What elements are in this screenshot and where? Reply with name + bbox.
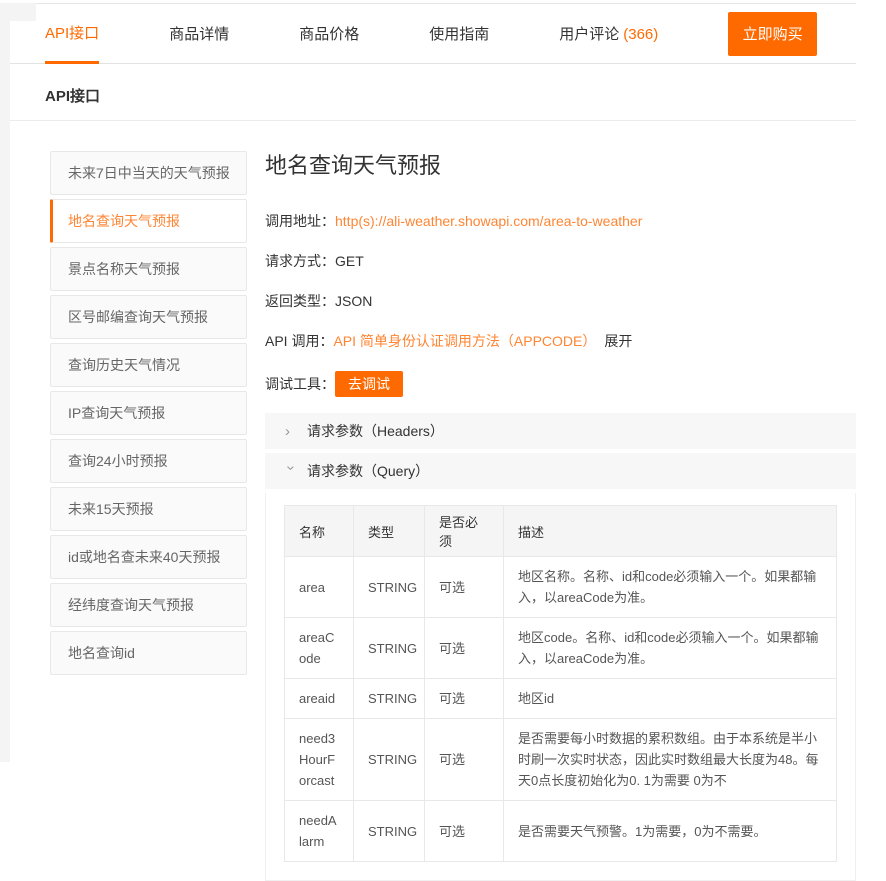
api-title: 地名查询天气预报: [265, 151, 856, 181]
table-cell: 是否需要天气预警。1为需要，0为不需要。: [504, 801, 837, 862]
column-header: 类型: [354, 506, 425, 557]
meta-label: 返回类型：: [265, 293, 335, 309]
table-row: need3HourForcastSTRING可选是否需要每小时数据的累积数组。由…: [285, 719, 837, 801]
api-sidebar: 未来7日中当天的天气预报地名查询天气预报景点名称天气预报区号邮编查询天气预报查询…: [50, 151, 247, 881]
sidebar-item[interactable]: id或地名查未来40天预报: [50, 535, 247, 579]
meta-value: GET: [335, 253, 364, 269]
sidebar-item[interactable]: 经纬度查询天气预报: [50, 583, 247, 627]
page-corner-artifact: [0, 3, 36, 21]
product-page: API接口 商品详情 商品价格 使用指南 用户评论(366) 立即购买 API接口 未来…: [0, 3, 856, 881]
table-row: areaidSTRING可选地区id: [285, 679, 837, 719]
table-header-row: 名称类型是否必须描述: [285, 506, 837, 557]
nav-tab-label: API接口: [45, 25, 99, 42]
sidebar-item[interactable]: 未来7日中当天的天气预报: [50, 151, 247, 195]
table-cell: need3HourForcast: [285, 719, 354, 801]
table-cell: areaCode: [285, 618, 354, 679]
sidebar-item[interactable]: 查询历史天气情况: [50, 343, 247, 387]
accordion-label: 请求参数（Headers）: [307, 421, 444, 441]
table-cell: 地区code。名称、id和code必须输入一个。如果都输入，以areaCode为…: [504, 618, 837, 679]
sidebar-item[interactable]: 未来15天预报: [50, 487, 247, 531]
api-detail: 地名查询天气预报 调用地址：http(s)://ali-weather.show…: [265, 151, 856, 881]
accordion-header[interactable]: › 请求参数（Headers）: [265, 413, 856, 449]
nav-tab-label: 用户评论: [559, 26, 619, 43]
table-cell: STRING: [354, 557, 425, 618]
meta-link[interactable]: API 简单身份认证调用方法（APPCODE）: [333, 333, 596, 349]
section-title: API接口: [0, 64, 856, 121]
table-cell: 可选: [425, 719, 504, 801]
sidebar-item[interactable]: 查询24小时预报: [50, 439, 247, 483]
table-row: areaSTRING可选地区名称。名称、id和code必须输入一个。如果都输入，…: [285, 557, 837, 618]
table-cell: needAlarm: [285, 801, 354, 862]
meta-label: API 调用：: [265, 333, 333, 349]
buy-now-button[interactable]: 立即购买: [728, 12, 817, 56]
accordion-panel: 名称类型是否必须描述areaSTRING可选地区名称。名称、id和code必须输…: [265, 493, 856, 881]
product-tab-bar: API接口 商品详情 商品价格 使用指南 用户评论(366) 立即购买: [0, 4, 856, 64]
sidebar-item[interactable]: IP查询天气预报: [50, 391, 247, 435]
table-cell: 地区名称。名称、id和code必须输入一个。如果都输入，以areaCode为准。: [504, 557, 837, 618]
meta-row: 返回类型：JSON: [265, 291, 856, 311]
nav-tab-label: 使用指南: [429, 26, 489, 43]
meta-label: 调用地址：: [265, 213, 335, 229]
chevron-down-icon: ›: [283, 465, 300, 477]
meta-label: 调试工具：: [265, 376, 335, 392]
table-cell: 可选: [425, 801, 504, 862]
nav-tab-label: 商品价格: [299, 26, 359, 43]
nav-tabs: API接口 商品详情 商品价格 使用指南 用户评论(366): [45, 4, 728, 64]
table-row: areaCodeSTRING可选地区code。名称、id和code必须输入一个。…: [285, 618, 837, 679]
accordion-label: 请求参数（Query）: [307, 461, 429, 481]
meta-row: 调用地址：http(s)://ali-weather.showapi.com/a…: [265, 211, 856, 231]
table-cell: 可选: [425, 679, 504, 719]
sidebar-item[interactable]: 景点名称天气预报: [50, 247, 247, 291]
table-cell: 可选: [425, 557, 504, 618]
column-header: 描述: [504, 506, 837, 557]
nav-tab[interactable]: 使用指南: [429, 4, 489, 64]
table-cell: area: [285, 557, 354, 618]
table-cell: 是否需要每小时数据的累积数组。由于本系统是半小时刷一次实时状态，因此实时数组最大…: [504, 719, 837, 801]
api-meta: 调用地址：http(s)://ali-weather.showapi.com/a…: [265, 211, 856, 397]
page-left-margin: [0, 21, 10, 762]
sidebar-item[interactable]: 地名查询id: [50, 631, 247, 675]
table-row: needAlarmSTRING可选是否需要天气预警。1为需要，0为不需要。: [285, 801, 837, 862]
meta-value: JSON: [335, 293, 372, 309]
nav-tab[interactable]: 商品价格: [299, 4, 359, 64]
meta-link[interactable]: http(s)://ali-weather.showapi.com/area-t…: [335, 213, 642, 229]
table-cell: STRING: [354, 618, 425, 679]
table-cell: 可选: [425, 618, 504, 679]
expand-toggle[interactable]: 展开: [604, 333, 632, 349]
sidebar-item[interactable]: 地名查询天气预报: [50, 199, 247, 243]
review-count: (366): [623, 26, 658, 43]
params-table: 名称类型是否必须描述areaSTRING可选地区名称。名称、id和code必须输…: [284, 505, 837, 862]
nav-tab[interactable]: API接口: [45, 4, 99, 64]
nav-tab[interactable]: 商品详情: [169, 4, 229, 64]
content-area: 未来7日中当天的天气预报地名查询天气预报景点名称天气预报区号邮编查询天气预报查询…: [0, 121, 856, 881]
table-cell: areaid: [285, 679, 354, 719]
sidebar-item[interactable]: 区号邮编查询天气预报: [50, 295, 247, 339]
table-cell: STRING: [354, 719, 425, 801]
meta-label: 请求方式：: [265, 253, 335, 269]
meta-row: API 调用：API 简单身份认证调用方法（APPCODE） 展开: [265, 331, 856, 351]
chevron-right-icon: ›: [285, 423, 297, 440]
meta-row: 请求方式：GET: [265, 251, 856, 271]
meta-row: 调试工具：去调试: [265, 371, 856, 397]
debug-button[interactable]: 去调试: [335, 371, 403, 397]
table-cell: 地区id: [504, 679, 837, 719]
column-header: 名称: [285, 506, 354, 557]
param-sections: ›请求参数（Headers）›请求参数（Query）名称类型是否必须描述area…: [265, 413, 856, 881]
table-cell: STRING: [354, 679, 425, 719]
nav-tab[interactable]: 用户评论(366): [559, 4, 658, 64]
nav-tab-label: 商品详情: [169, 26, 229, 43]
table-cell: STRING: [354, 801, 425, 862]
accordion-header[interactable]: › 请求参数（Query）: [265, 453, 856, 489]
column-header: 是否必须: [425, 506, 504, 557]
